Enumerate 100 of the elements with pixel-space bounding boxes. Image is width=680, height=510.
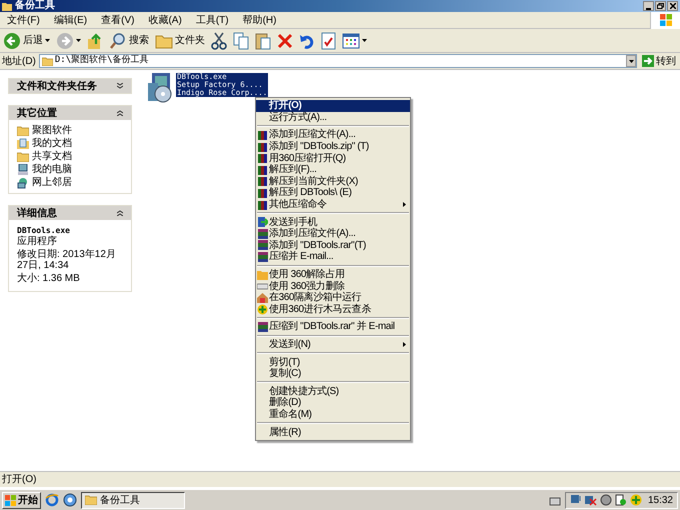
search-icon	[109, 32, 127, 50]
context-menu-item[interactable]: 属性(R)	[256, 426, 410, 438]
context-menu-item[interactable]: 运行方式(A)...	[256, 112, 410, 124]
context-menu-item[interactable]: 使用360进行木马云查杀	[256, 304, 410, 316]
dropdown-button[interactable]	[626, 55, 636, 67]
scissors-icon	[211, 32, 227, 50]
delete-icon	[277, 32, 293, 48]
close-icon	[670, 3, 676, 9]
views-icon	[342, 32, 360, 48]
clock: 15:32	[648, 494, 673, 508]
menu-item[interactable]: 文件(F)	[0, 12, 47, 28]
house-icon	[257, 292, 268, 303]
disconnected-network-icon[interactable]	[584, 494, 597, 506]
detail-text: 大小: 1.36 MB	[17, 273, 81, 284]
context-menu-item[interactable]: 添加到 "DBTools.rar"(T)	[256, 240, 410, 252]
network-computers-icon	[17, 176, 29, 188]
context-menu-item[interactable]: 复制(C)	[256, 368, 410, 380]
close-button[interactable]	[667, 1, 678, 11]
books-icon	[258, 176, 268, 186]
browser-icon[interactable]	[63, 493, 77, 507]
context-menu-item[interactable]: 其他压缩命令	[256, 198, 410, 210]
dropdown-arrow-icon	[45, 39, 50, 42]
detail-text: 修改日期: 2013年12月27日, 14:34	[17, 249, 117, 271]
context-menu-item[interactable]: 添加到压缩文件(A)...	[256, 228, 410, 240]
books-icon	[258, 142, 268, 152]
address-field[interactable]: D:\聚图软件\备份工具	[38, 54, 637, 68]
phone-arrow-icon	[258, 217, 268, 228]
place-link[interactable]: 我的文档	[32, 136, 72, 151]
panel-header[interactable]: 详细信息	[9, 206, 131, 220]
folder-up-icon	[87, 32, 103, 50]
folder-icon	[155, 32, 173, 48]
start-button[interactable]: 开始	[2, 492, 41, 508]
folder-icon	[17, 125, 29, 136]
windows-flag-icon	[660, 14, 672, 26]
context-menu-item[interactable]: 创建快捷方式(S)	[256, 385, 410, 398]
panel-header[interactable]: 其它位置	[9, 106, 131, 120]
context-menu-item[interactable]: 删除(D)	[256, 397, 410, 409]
stacked-books-icon	[258, 322, 268, 332]
restore-button[interactable]	[655, 1, 666, 11]
menu-item[interactable]: 工具(T)	[188, 12, 236, 28]
clipboard-icon	[255, 32, 271, 50]
toolbar-copy-button[interactable]	[232, 30, 250, 50]
context-menu-item[interactable]: 在360隔离沙箱中运行	[256, 292, 410, 304]
toolbar-folders-button[interactable]: 文件夹	[154, 30, 206, 50]
place-link[interactable]: 共享文档	[32, 149, 72, 164]
toolbar-search-button[interactable]: 搜索	[108, 30, 150, 50]
menu-item[interactable]: 收藏(A)	[141, 12, 189, 28]
properties-icon	[321, 32, 336, 50]
monitor-icon[interactable]	[570, 494, 582, 506]
toolbar-paste-button[interactable]	[254, 30, 272, 50]
folder-icon	[17, 151, 29, 162]
place-link[interactable]: 网上邻居	[32, 175, 72, 190]
menu-item[interactable]: 编辑(E)	[46, 12, 94, 28]
stacked-books-icon	[258, 228, 268, 239]
context-menu-item[interactable]: 用360压缩打开(Q)	[256, 152, 410, 164]
stacked-books-icon	[258, 252, 268, 262]
context-menu-item[interactable]: 压缩到 "DBTools.rar" 并 E-mail	[256, 321, 410, 333]
folder-icon	[257, 270, 268, 280]
copy-icon	[233, 32, 249, 50]
panel-header[interactable]: 文件和文件夹任务	[9, 79, 131, 93]
plus-circle-icon	[257, 304, 268, 315]
detail-text: 应用程序	[17, 236, 58, 247]
context-menu-item[interactable]: 打开(O)	[256, 100, 410, 112]
context-menu-item[interactable]: 使用 360解除占用	[256, 268, 410, 280]
context-menu-item[interactable]: 重命名(M)	[256, 408, 410, 420]
context-menu-item[interactable]: 发送到手机	[256, 216, 410, 228]
context-menu-item[interactable]: 添加到 "DBTools.zip" (T)	[256, 140, 410, 152]
menu-item[interactable]: 帮助(H)	[236, 12, 284, 28]
address-label: 地址(D)	[2, 54, 36, 68]
books-icon	[258, 130, 268, 140]
books-icon	[258, 164, 268, 175]
context-menu-item[interactable]: 添加到压缩文件(A)...	[256, 129, 410, 141]
taskbar-window-button[interactable]: 备份工具	[81, 492, 185, 508]
toolbar-cut-button[interactable]	[210, 30, 228, 50]
status-bar: 打开(O)	[0, 471, 680, 487]
context-menu-item[interactable]: 使用 360强力删除	[256, 280, 410, 292]
restore-icon	[657, 3, 664, 9]
context-menu-item[interactable]: 剪切(T)	[256, 356, 410, 368]
context-menu-item[interactable]: 发送到(N)	[256, 338, 410, 350]
toolbar-properties-button[interactable]	[320, 30, 337, 50]
file-name: DBTools.exe	[17, 225, 71, 236]
right-arrow-icon	[642, 55, 654, 67]
dropdown-arrow-icon	[628, 60, 634, 62]
place-link[interactable]: 我的电脑	[32, 162, 72, 177]
circle-icon[interactable]	[600, 494, 612, 506]
context-menu-item[interactable]: 压缩并 E-mail...	[256, 251, 410, 263]
context-menu-item[interactable]: 解压到当前文件夹(X)	[256, 176, 410, 188]
window-title: 备份工具	[15, 0, 55, 12]
place-link[interactable]: 聚图软件	[32, 123, 72, 138]
page-icon[interactable]	[614, 494, 627, 506]
minimize-button[interactable]	[643, 1, 654, 11]
toolbar-views-button[interactable]	[341, 30, 368, 50]
context-menu-item[interactable]: 解压到(F)...	[256, 164, 410, 176]
books-icon	[258, 200, 268, 210]
books-icon	[258, 153, 268, 164]
go-button[interactable]: 转到	[640, 54, 678, 68]
context-menu-item[interactable]: 解压到 DBTools\ (E)	[256, 187, 410, 199]
menu-item[interactable]: 查看(V)	[94, 12, 142, 28]
toolbar-back-button[interactable]: 后退	[2, 30, 51, 50]
windows-flag-icon	[5, 494, 16, 506]
